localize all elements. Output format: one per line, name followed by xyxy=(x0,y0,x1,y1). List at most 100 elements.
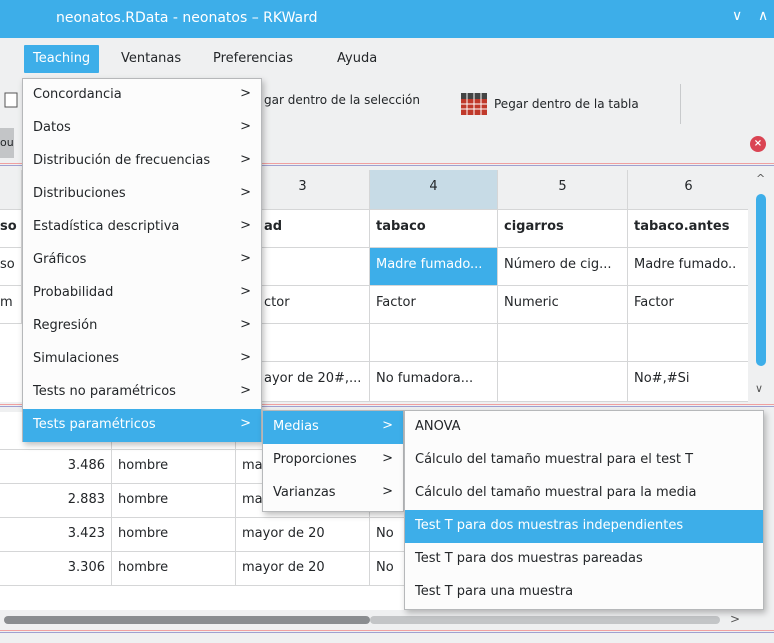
menu-item-distribuciones[interactable]: Distribuciones > xyxy=(23,178,261,211)
menu-item-concordancia[interactable]: Concordancia > xyxy=(23,79,261,112)
menu-item-label: Gráficos xyxy=(33,252,87,267)
scrollbar-thumb[interactable] xyxy=(4,616,370,624)
menu-item-estadistica-descriptiva[interactable]: Estadística descriptiva > xyxy=(23,211,261,244)
toolbar-separator xyxy=(680,84,681,124)
grid-corner xyxy=(0,170,22,210)
menu-item-label: Datos xyxy=(33,120,71,135)
menu-bar: Teaching Ventanas Preferencias Ayuda xyxy=(0,38,774,78)
grid-cell[interactable]: hombre xyxy=(112,552,236,586)
chevron-right-icon: > xyxy=(382,451,393,466)
maximize-icon[interactable]: ∧ xyxy=(758,8,768,24)
menu-item-label: Tests paramétricos xyxy=(33,417,156,432)
medias-submenu: ANOVA Cálculo del tamaño muestral para e… xyxy=(404,410,764,610)
grid-cell[interactable]: Número de cig... xyxy=(498,248,628,286)
menu-item-probabilidad[interactable]: Probabilidad > xyxy=(23,277,261,310)
menu-item-label: Tests no paramétricos xyxy=(33,384,176,399)
menu-item-simulaciones[interactable]: Simulaciones > xyxy=(23,343,261,376)
paste-table-button[interactable]: Pegar dentro de la tabla xyxy=(460,92,639,116)
grid-cell[interactable]: Numeric xyxy=(498,286,628,324)
menu-preferencias[interactable]: Preferencias xyxy=(204,45,302,73)
menu-item-regresion[interactable]: Regresión > xyxy=(23,310,261,343)
editor-tab[interactable]: ou xyxy=(0,128,14,158)
grid-cell[interactable]: cigarros xyxy=(498,210,628,248)
grid-cell[interactable]: hombre xyxy=(112,484,236,518)
close-icon[interactable]: × xyxy=(750,136,766,152)
grid-cell[interactable]: so xyxy=(0,248,22,286)
grid-cell[interactable]: 3.423 xyxy=(0,518,112,552)
menu-item-label: Regresión xyxy=(33,318,98,333)
menu-item-label: Simulaciones xyxy=(33,351,120,366)
menu-item-label: ANOVA xyxy=(415,419,461,434)
grid-cell[interactable]: No xyxy=(370,552,406,586)
table-grid-icon xyxy=(461,93,487,115)
vertical-scrollbar[interactable]: ^ ∨ xyxy=(750,170,772,402)
menu-item-test-t-pareadas[interactable]: Test T para dos muestras pareadas xyxy=(405,543,763,576)
grid-cell[interactable]: No fumadora... xyxy=(370,362,498,402)
grid-cell-selected[interactable]: Madre fumado... xyxy=(370,248,498,286)
paste-selection-label: gar dentro de la selección xyxy=(264,93,420,107)
menu-item-label: Varianzas xyxy=(273,485,336,500)
menu-item-medias[interactable]: Medias > xyxy=(263,411,403,444)
grid-cell[interactable]: Madre fumado.. xyxy=(628,248,748,286)
menu-item-label: Medias xyxy=(273,419,319,434)
chevron-right-icon: > xyxy=(382,484,393,499)
column-header[interactable]: 6 xyxy=(628,170,748,210)
grid-cell[interactable]: Factor xyxy=(628,286,748,324)
paste-table-label: Pegar dentro de la tabla xyxy=(494,97,639,111)
grid-cell[interactable] xyxy=(628,324,748,362)
grid-cell[interactable]: hombre xyxy=(112,518,236,552)
menu-item-distribucion-frecuencias[interactable]: Distribución de frecuencias > xyxy=(23,145,261,178)
grid-cell[interactable]: m xyxy=(0,286,22,324)
grid-cell[interactable] xyxy=(498,362,628,402)
scrollbar-thumb[interactable] xyxy=(756,194,766,366)
chevron-right-icon: > xyxy=(240,317,251,332)
editor-tab-label: ou xyxy=(0,136,14,149)
horizontal-scrollbar[interactable]: > xyxy=(0,612,774,628)
grid-cell[interactable]: Factor xyxy=(370,286,498,324)
grid-cell[interactable]: 3.486 xyxy=(0,450,112,484)
grid-cell[interactable]: mayor de 20 xyxy=(236,552,370,586)
menu-item-tests-no-parametricos[interactable]: Tests no paramétricos > xyxy=(23,376,261,409)
grid-cell[interactable]: tabaco.antes xyxy=(628,210,748,248)
grid-cell[interactable]: so xyxy=(0,210,22,248)
grid-cell[interactable] xyxy=(370,324,498,362)
chevron-right-icon: > xyxy=(240,218,251,233)
scrollbar-track[interactable] xyxy=(370,616,720,624)
chevron-right-icon: > xyxy=(240,86,251,101)
menu-item-label: Test T para una muestra xyxy=(415,584,574,599)
menu-item-tamano-muestral-test-t[interactable]: Cálculo del tamaño muestral para el test… xyxy=(405,444,763,477)
menu-item-anova[interactable]: ANOVA xyxy=(405,411,763,444)
chevron-right-icon: > xyxy=(240,185,251,200)
menu-item-graficos[interactable]: Gráficos > xyxy=(23,244,261,277)
chevron-right-icon: > xyxy=(382,418,393,433)
menu-ventanas[interactable]: Ventanas xyxy=(112,45,190,73)
grid-cell[interactable] xyxy=(498,324,628,362)
scroll-up-icon[interactable]: ^ xyxy=(756,172,765,185)
grid-cell[interactable]: 2.883 xyxy=(0,484,112,518)
grid-cell[interactable]: No xyxy=(370,518,406,552)
grid-cell[interactable]: hombre xyxy=(112,450,236,484)
column-header[interactable]: 4 xyxy=(370,170,498,210)
chevron-right-icon: > xyxy=(240,251,251,266)
menu-item-varianzas[interactable]: Varianzas > xyxy=(263,477,403,510)
menu-item-proporciones[interactable]: Proporciones > xyxy=(263,444,403,477)
scroll-down-icon[interactable]: ∨ xyxy=(755,382,763,395)
grid-cell[interactable]: 3.306 xyxy=(0,552,112,586)
title-bar: neonatos.RData - neonatos – RKWard ∨ ∧ xyxy=(0,0,774,38)
grid-cell[interactable]: tabaco xyxy=(370,210,498,248)
menu-teaching[interactable]: Teaching xyxy=(24,45,100,73)
chevron-right-icon: > xyxy=(240,152,251,167)
menu-item-tamano-muestral-media[interactable]: Cálculo del tamaño muestral para la medi… xyxy=(405,477,763,510)
column-header[interactable]: 5 xyxy=(498,170,628,210)
divider xyxy=(0,630,774,633)
minimize-icon[interactable]: ∨ xyxy=(732,8,742,24)
menu-item-test-t-independientes[interactable]: Test T para dos muestras independientes xyxy=(405,510,763,543)
menu-ayuda[interactable]: Ayuda xyxy=(328,45,386,73)
menu-item-tests-parametricos[interactable]: Tests paramétricos > xyxy=(23,409,261,442)
menu-item-label: Estadística descriptiva xyxy=(33,219,180,234)
grid-cell[interactable]: No#,#Si xyxy=(628,362,748,402)
menu-item-datos[interactable]: Datos > xyxy=(23,112,261,145)
scroll-right-icon[interactable]: > xyxy=(730,612,740,626)
grid-cell[interactable]: mayor de 20 xyxy=(236,518,370,552)
menu-item-test-t-una-muestra[interactable]: Test T para una muestra xyxy=(405,576,763,609)
